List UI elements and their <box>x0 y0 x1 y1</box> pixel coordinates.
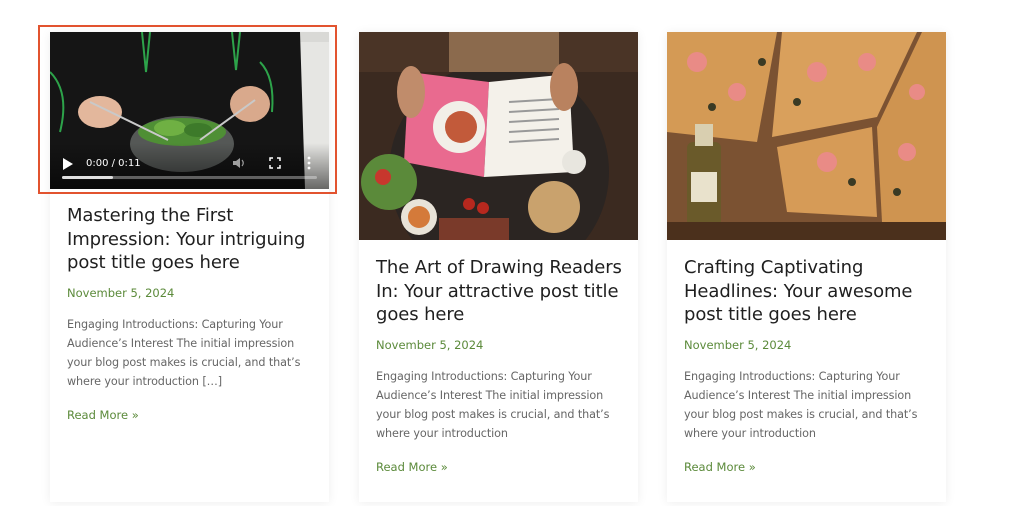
cookbook-image <box>359 32 638 240</box>
fullscreen-icon[interactable] <box>269 157 281 169</box>
post-image[interactable] <box>667 32 946 240</box>
read-more-link[interactable]: Read More » <box>684 460 756 474</box>
post-card: 0:00 / 0:11 Mastering the First Impressi… <box>50 32 329 502</box>
post-body: The Art of Drawing Readers In: Your attr… <box>376 256 626 443</box>
post-excerpt: Engaging Introductions: Capturing Your A… <box>67 317 301 388</box>
post-card: Crafting Captivating Headlines: Your awe… <box>667 32 946 502</box>
video-progress-fill <box>62 176 113 179</box>
post-body: Crafting Captivating Headlines: Your awe… <box>684 256 934 443</box>
volume-icon[interactable] <box>232 156 246 170</box>
post-image[interactable] <box>359 32 638 240</box>
play-icon[interactable] <box>62 157 74 171</box>
more-options-icon[interactable] <box>306 156 312 170</box>
post-date: November 5, 2024 <box>684 337 792 352</box>
post-date: November 5, 2024 <box>67 285 175 300</box>
read-more-link[interactable]: Read More » <box>376 460 448 474</box>
post-card: The Art of Drawing Readers In: Your attr… <box>359 32 638 502</box>
post-date: November 5, 2024 <box>376 337 484 352</box>
video-time: 0:00 / 0:11 <box>86 158 141 169</box>
post-video[interactable]: 0:00 / 0:11 <box>50 32 329 189</box>
pizza-image <box>667 32 946 240</box>
post-excerpt: Engaging Introductions: Capturing Your A… <box>684 369 918 440</box>
post-body: Mastering the First Impression: Your int… <box>67 204 317 391</box>
post-title[interactable]: The Art of Drawing Readers In: Your attr… <box>376 256 626 327</box>
video-progress-bar[interactable] <box>62 176 317 179</box>
post-title[interactable]: Mastering the First Impression: Your int… <box>67 204 317 275</box>
post-title[interactable]: Crafting Captivating Headlines: Your awe… <box>684 256 934 327</box>
post-excerpt: Engaging Introductions: Capturing Your A… <box>376 369 610 440</box>
read-more-link[interactable]: Read More » <box>67 408 139 422</box>
video-controls: 0:00 / 0:11 <box>50 143 329 189</box>
